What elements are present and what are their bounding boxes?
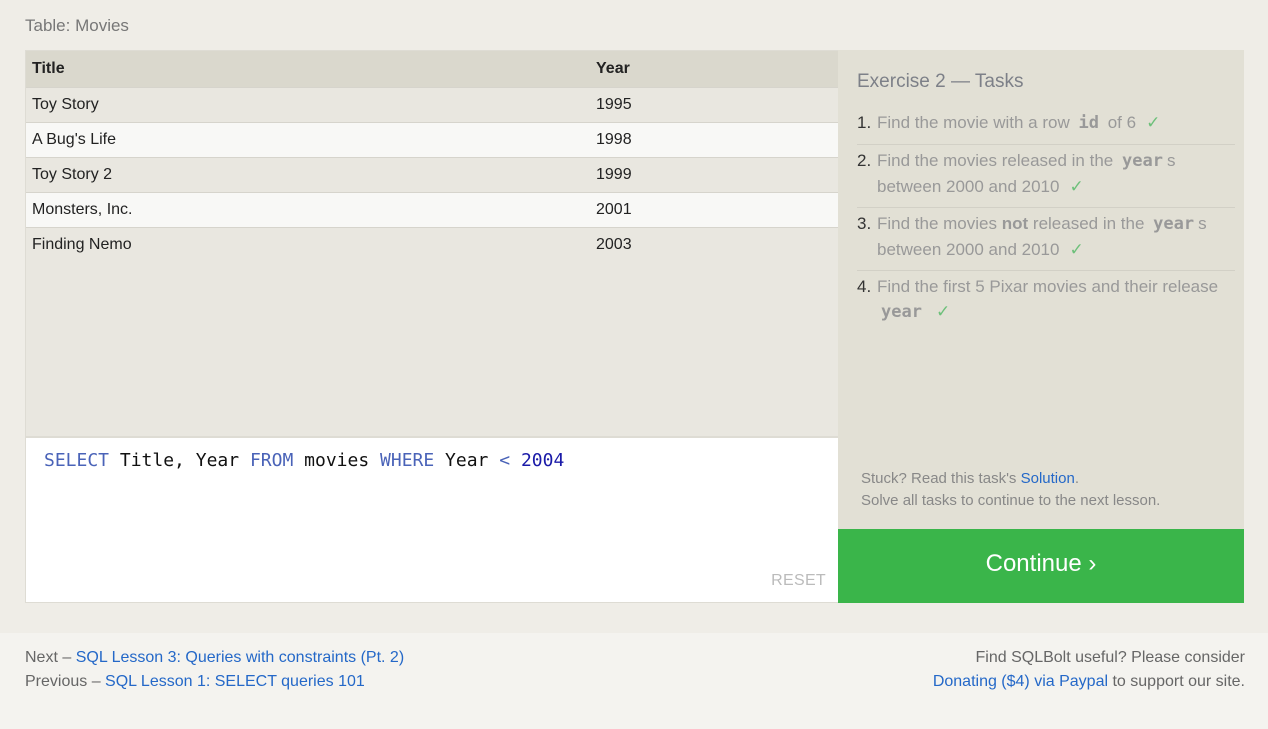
exercise-panel: Exercise 2 — Tasks 1. Find the movie wit… bbox=[838, 50, 1244, 529]
sql-number: 2004 bbox=[520, 450, 565, 471]
sql-table-name: movies bbox=[304, 450, 370, 471]
task-text-part: released in the bbox=[1032, 214, 1145, 233]
next-lesson-line: Next – SQL Lesson 3: Queries with constr… bbox=[25, 646, 404, 670]
next-prefix: Next – bbox=[25, 649, 72, 666]
results-table-panel: Title Year Toy Story 1995 A Bug's Life 1… bbox=[25, 50, 838, 437]
donate-line-2: Donating ($4) via Paypal to support our … bbox=[933, 670, 1245, 694]
lesson-navigation: Next – SQL Lesson 3: Queries with constr… bbox=[25, 646, 404, 694]
next-lesson-link[interactable]: SQL Lesson 3: Queries with constraints (… bbox=[76, 649, 404, 666]
task-code: year bbox=[881, 302, 922, 322]
footer: Next – SQL Lesson 3: Queries with constr… bbox=[0, 633, 1268, 729]
task-text-part: of 6 bbox=[1107, 113, 1137, 132]
cell-title: Finding Nemo bbox=[32, 235, 132, 253]
table-row: Monsters, Inc. 2001 bbox=[26, 192, 838, 227]
task-text-part: Find the first 5 Pixar movies and their … bbox=[877, 277, 1219, 296]
check-icon: ✓ bbox=[1069, 177, 1084, 196]
cell-title: Toy Story bbox=[32, 95, 99, 113]
exercise-title: Exercise 2 — Tasks bbox=[857, 71, 1024, 92]
cell-year: 1998 bbox=[596, 130, 632, 148]
task-text: Find the movie with a row id of 6 ✓ bbox=[877, 110, 1160, 136]
sql-keyword-where: WHERE bbox=[380, 450, 435, 471]
previous-lesson-line: Previous – SQL Lesson 1: SELECT queries … bbox=[25, 670, 404, 694]
table-row: Toy Story 1995 bbox=[26, 87, 838, 122]
cell-title: A Bug's Life bbox=[32, 130, 116, 148]
table-row: Toy Story 2 1999 bbox=[26, 157, 838, 192]
task-text: Find the movies not released in the year… bbox=[877, 211, 1235, 262]
cell-title: Monsters, Inc. bbox=[32, 200, 133, 218]
task-text-part: Find the movies bbox=[877, 214, 997, 233]
results-table: Title Year Toy Story 1995 A Bug's Life 1… bbox=[26, 51, 838, 262]
stuck-line: Stuck? Read this task's Solution. bbox=[861, 468, 1160, 490]
continue-button[interactable]: Continue › bbox=[838, 529, 1244, 603]
cell-year: 2001 bbox=[596, 200, 632, 218]
cell-year: 1999 bbox=[596, 165, 632, 183]
sql-condition-column: Year bbox=[445, 450, 489, 471]
column-header-title: Title bbox=[32, 59, 65, 77]
table-header-row: Title Year bbox=[26, 51, 838, 87]
donate-link[interactable]: Donating ($4) via Paypal bbox=[933, 673, 1108, 690]
task-code: id bbox=[1078, 113, 1099, 133]
task-text-part: Find the movies released in the bbox=[877, 151, 1114, 170]
hint-text: Stuck? Read this task's Solution. Solve … bbox=[861, 468, 1160, 512]
task-item-3: 3. Find the movies not released in the y… bbox=[857, 211, 1235, 271]
task-text: Find the first 5 Pixar movies and their … bbox=[877, 274, 1235, 325]
sql-operator: < bbox=[499, 450, 511, 471]
solution-link[interactable]: Solution bbox=[1021, 470, 1075, 487]
donate-suffix: to support our site. bbox=[1112, 673, 1245, 690]
donate-line-1: Find SQLBolt useful? Please consider bbox=[975, 649, 1245, 666]
task-number: 1. bbox=[857, 113, 872, 132]
cell-title: Toy Story 2 bbox=[32, 165, 113, 183]
task-code: year bbox=[1121, 151, 1163, 171]
task-number: 3. bbox=[857, 214, 872, 233]
task-code: year bbox=[1153, 214, 1195, 234]
sql-editor[interactable]: SELECT Title, Year FROM movies WHERE Yea… bbox=[25, 437, 838, 603]
stuck-suffix: . bbox=[1074, 470, 1079, 487]
stuck-prefix: Stuck? Read this task's bbox=[861, 470, 1017, 487]
sql-keyword-from: FROM bbox=[249, 450, 294, 471]
task-list: 1. Find the movie with a row id of 6 ✓ 2.… bbox=[857, 110, 1235, 336]
task-text: Find the movies released in the year s be… bbox=[877, 148, 1235, 199]
task-number: 2. bbox=[857, 151, 872, 170]
sql-query-text[interactable]: SELECT Title, Year FROM movies WHERE Yea… bbox=[44, 450, 564, 471]
task-item-2: 2. Find the movies released in the year s… bbox=[857, 148, 1235, 208]
task-item-1: 1. Find the movie with a row id of 6 ✓ bbox=[857, 110, 1235, 145]
check-icon: ✓ bbox=[1146, 113, 1161, 132]
sql-keyword-select: SELECT bbox=[44, 450, 110, 471]
column-header-year: Year bbox=[596, 59, 630, 77]
previous-prefix: Previous – bbox=[25, 673, 101, 690]
reset-button[interactable]: RESET bbox=[771, 572, 826, 590]
cell-year: 2003 bbox=[596, 235, 632, 253]
table-row: A Bug's Life 1998 bbox=[26, 122, 838, 157]
donation-note: Find SQLBolt useful? Please consider Don… bbox=[933, 646, 1245, 694]
task-text-part: Find the movie with a row bbox=[877, 113, 1070, 132]
table-label: Table: Movies bbox=[25, 16, 129, 35]
task-item-4: 4. Find the first 5 Pixar movies and the… bbox=[857, 274, 1235, 333]
task-number: 4. bbox=[857, 277, 872, 296]
previous-lesson-link[interactable]: SQL Lesson 1: SELECT queries 101 bbox=[105, 673, 365, 690]
sql-columns: Title, Year bbox=[119, 450, 240, 471]
solve-all-text: Solve all tasks to continue to the next … bbox=[861, 492, 1161, 509]
check-icon: ✓ bbox=[935, 302, 951, 321]
table-row: Finding Nemo 2003 bbox=[26, 227, 838, 262]
check-icon: ✓ bbox=[1069, 240, 1084, 259]
cell-year: 1995 bbox=[596, 95, 632, 113]
task-emphasis: not bbox=[1001, 214, 1029, 233]
